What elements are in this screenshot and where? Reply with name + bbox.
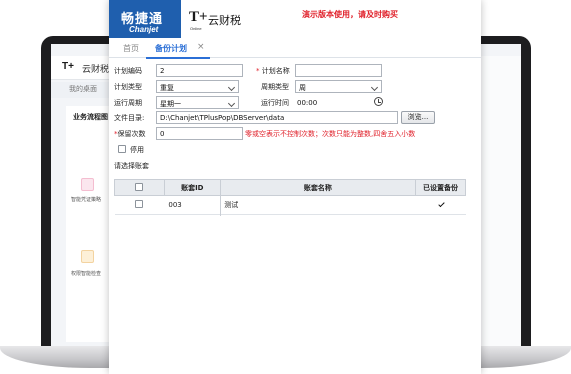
retain-count-input[interactable]: 0 xyxy=(156,127,243,140)
background-app-logo-text: 云财税 xyxy=(82,65,110,75)
backup-set-cell xyxy=(415,195,466,215)
brand-logo-en: Chanjet xyxy=(129,25,159,34)
cycle-type-label: 周期类型 xyxy=(261,83,289,91)
run-cycle-label: 运行周期 xyxy=(114,99,142,107)
screenshot-stage: T+ 云财税 我的桌面 业务流程图 智能凭证策略 权限智能检查 畅捷通 Chan… xyxy=(0,0,571,374)
product-name: 云财税 xyxy=(208,14,241,27)
browse-button[interactable]: 浏览... xyxy=(401,111,435,124)
backup-set-checkbox[interactable] xyxy=(436,200,445,208)
background-tab-my-desktop[interactable]: 我的桌面 xyxy=(69,84,97,94)
backup-plan-window: 畅捷通 Chanjet T+ Online 云财税 演示版本使用，请及时购买 首… xyxy=(109,0,481,374)
row-select-cell[interactable] xyxy=(114,195,165,215)
cycle-type-select[interactable]: 周 xyxy=(295,80,382,93)
backup-set-header[interactable]: 已设置备份 xyxy=(415,179,466,196)
voucher-strategy-icon[interactable] xyxy=(81,178,94,191)
file-dir-label: 文件目录: xyxy=(114,114,145,122)
product-logo-mark: T+ xyxy=(189,9,208,25)
demo-version-notice[interactable]: 演示版本使用，请及时购买 xyxy=(302,9,398,20)
disable-checkbox[interactable] xyxy=(118,145,126,153)
file-dir-input[interactable]: D:\Chanjet\TPlusPop\DBServer\data xyxy=(156,111,398,124)
account-table: 账套ID 账套名称 已设置备份 003 测试 xyxy=(114,179,466,215)
retain-count-hint: 零或空表示不控制次数；次数只能为整数,四舍五入小数 xyxy=(245,130,416,138)
clock-icon[interactable] xyxy=(374,97,383,106)
plan-code-input[interactable]: 2 xyxy=(156,64,243,77)
background-section-title: 业务流程图 xyxy=(73,113,108,121)
disable-label: 停用 xyxy=(130,146,144,154)
plan-name-label: * 计划名称 xyxy=(256,67,290,75)
select-all-header[interactable] xyxy=(114,179,165,196)
account-id-header[interactable]: 账套ID xyxy=(163,179,221,196)
plan-type-label: 计划类型 xyxy=(114,83,142,91)
table-divider xyxy=(220,195,221,216)
close-icon[interactable]: × xyxy=(197,42,205,52)
run-cycle-select[interactable]: 星期一 xyxy=(156,96,239,109)
table-header-row: 账套ID 账套名称 已设置备份 xyxy=(114,179,466,196)
background-right-area xyxy=(478,56,521,350)
run-time-label: 运行时间 xyxy=(261,99,289,107)
select-accounts-label: 请选择账套 xyxy=(114,162,149,170)
row-select-checkbox[interactable] xyxy=(135,200,144,208)
retain-count-label: *保留次数 xyxy=(114,130,146,138)
background-item-label: 智能凭证策略 xyxy=(71,197,102,203)
select-all-checkbox[interactable] xyxy=(135,182,144,191)
product-logo-sub: Online xyxy=(190,26,202,31)
run-time-input[interactable]: 00:00 xyxy=(293,96,370,109)
permission-check-icon[interactable] xyxy=(81,250,94,263)
tab-backup-plan-label: 备份计划 xyxy=(155,44,187,53)
background-item-label: 权限智能检查 xyxy=(71,271,102,277)
background-app-logo: T+ xyxy=(62,61,74,72)
account-id-cell: 003 xyxy=(164,195,221,215)
plan-code-label: 计划编码 xyxy=(114,67,142,75)
background-process-panel xyxy=(66,106,114,342)
table-row[interactable]: 003 测试 xyxy=(114,195,466,215)
account-name-header[interactable]: 账套名称 xyxy=(219,179,417,196)
plan-name-input[interactable] xyxy=(295,64,382,77)
tab-home[interactable]: 首页 xyxy=(123,43,139,54)
account-name-cell: 测试 xyxy=(220,195,416,215)
plan-type-select[interactable]: 重复 xyxy=(156,80,239,93)
